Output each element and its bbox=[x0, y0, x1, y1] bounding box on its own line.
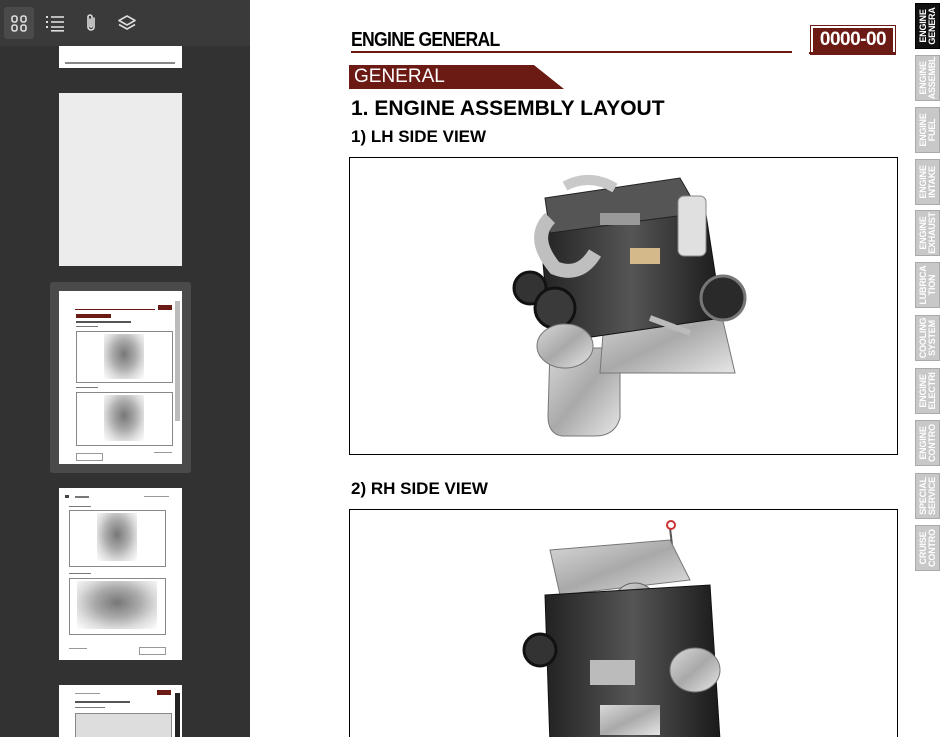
chapter-tab[interactable]: ENGINE EXHAUST bbox=[915, 210, 940, 256]
layers-icon bbox=[118, 15, 136, 30]
page-thumbnail-current[interactable] bbox=[59, 291, 182, 464]
thumbnails-grid-icon bbox=[11, 15, 27, 32]
outline-button[interactable] bbox=[40, 7, 70, 39]
engine-lh-side-figure bbox=[349, 157, 898, 455]
chapter-tab-label: ENGINE FUEL bbox=[917, 113, 937, 147]
layers-button[interactable] bbox=[112, 7, 142, 39]
subheading-lh-side: 1) LH SIDE VIEW bbox=[351, 127, 487, 146]
chapter-tab[interactable]: ENGINE ELECTRI bbox=[915, 368, 940, 414]
chapter-tab[interactable]: ENGINE INTAKE bbox=[915, 159, 940, 205]
page-thumbnail[interactable] bbox=[59, 46, 182, 68]
chapter-tab-label: ENGINE INTAKE bbox=[917, 165, 937, 199]
chapter-tab[interactable]: LUBRICA TION bbox=[915, 262, 940, 308]
header-title: ENGINE GENERAL bbox=[351, 29, 500, 51]
chapter-tab-label: LUBRICA TION bbox=[917, 265, 937, 305]
document-page: ENGINE GENERAL 0000-00 GENERAL 1. ENGINE… bbox=[251, 0, 942, 737]
chapter-tab-label: ENGINE ASSEMBL bbox=[917, 56, 937, 100]
chapter-tab-label: SPECIAL SERVICE bbox=[917, 477, 937, 515]
chapter-tab[interactable]: SPECIAL SERVICE bbox=[915, 473, 940, 519]
header-rule bbox=[351, 51, 792, 53]
attachments-button[interactable] bbox=[76, 7, 106, 39]
chapter-tab[interactable]: ENGINE GENERA bbox=[915, 3, 940, 49]
engine-rh-side-figure bbox=[349, 509, 898, 737]
thumbnails-button[interactable] bbox=[4, 7, 34, 39]
section-banner-label: GENERAL bbox=[354, 66, 445, 87]
subheading-rh-side: 2) RH SIDE VIEW bbox=[351, 479, 488, 498]
chapter-tab-label: CRUISE CONTRO bbox=[917, 529, 937, 567]
section-heading: 1. ENGINE ASSEMBLY LAYOUT bbox=[351, 97, 665, 120]
chapter-tab[interactable]: ENGINE ASSEMBL bbox=[915, 55, 940, 101]
page-code-rule bbox=[809, 52, 895, 54]
chapter-tab[interactable]: ENGINE FUEL bbox=[915, 107, 940, 153]
engine-lh-side-image bbox=[512, 175, 747, 437]
chapter-tab-label: ENGINE CONTRO bbox=[917, 424, 937, 462]
chapter-tab-label: COOLING SYSTEM bbox=[917, 317, 937, 359]
chapter-tab[interactable]: ENGINE CONTRO bbox=[915, 420, 940, 466]
page-thumbnail[interactable] bbox=[59, 93, 182, 266]
sidebar-toolbar bbox=[0, 0, 250, 46]
page-thumbnail[interactable] bbox=[59, 488, 182, 660]
engine-rh-side-image bbox=[522, 520, 721, 737]
chapter-tab-label: ENGINE ELECTRI bbox=[917, 372, 937, 410]
chapter-tab-label: ENGINE EXHAUST bbox=[917, 212, 937, 254]
chapter-tab[interactable]: CRUISE CONTRO bbox=[915, 525, 940, 571]
chapter-tab-label: ENGINE GENERA bbox=[917, 7, 937, 45]
attachment-icon bbox=[87, 14, 95, 31]
section-banner: GENERAL bbox=[349, 65, 564, 89]
chapter-tab[interactable]: COOLING SYSTEM bbox=[915, 315, 940, 361]
page-thumbnail[interactable] bbox=[59, 685, 182, 737]
outline-list-icon bbox=[46, 16, 64, 32]
page-code-badge: 0000-00 bbox=[810, 25, 896, 55]
thumbnail-sidebar bbox=[0, 0, 250, 737]
chapter-tabs: ENGINE GENERA ENGINE ASSEMBL ENGINE FUEL EN… bbox=[915, 0, 942, 737]
